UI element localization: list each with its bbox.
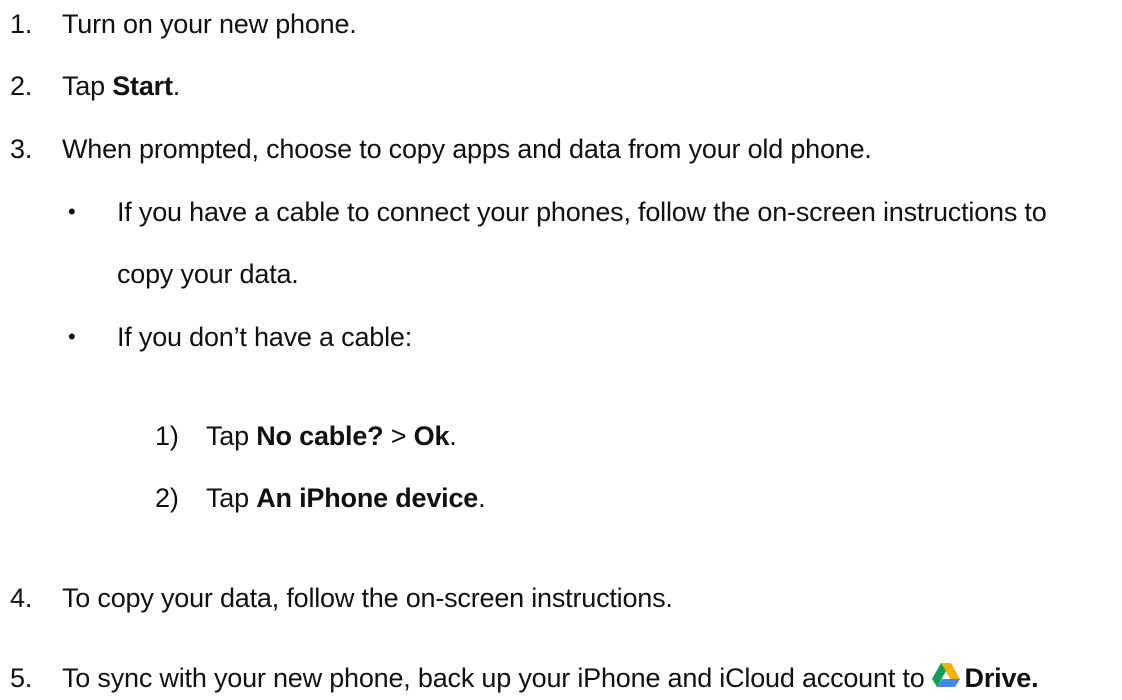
- substep-text: Tap No cable? > Ok.: [206, 418, 457, 454]
- step-text: Tap Start.: [62, 68, 180, 104]
- substep-suffix: .: [478, 483, 486, 513]
- ok-label: Ok: [413, 421, 450, 451]
- step-suffix: .: [172, 71, 181, 101]
- step-text: To copy your data, follow the on-screen …: [62, 583, 673, 613]
- bullet-text-line-2: copy your data.: [117, 259, 299, 289]
- substep-prefix: Tap: [206, 421, 257, 451]
- substep-text: Tap An iPhone device.: [206, 480, 486, 516]
- substep-number: 2): [155, 483, 179, 513]
- substep-suffix: .: [449, 421, 457, 451]
- google-drive-icon: [931, 661, 961, 691]
- step-number: 1.: [10, 9, 33, 39]
- step-prefix: Tap: [62, 71, 113, 101]
- step-text: To sync with your new phone, back up you…: [62, 660, 1039, 696]
- substep-number: 1): [155, 421, 179, 451]
- bullet-marker: •: [68, 199, 76, 224]
- step-prefix: To sync with your new phone, back up you…: [62, 663, 925, 693]
- substep-separator: >: [383, 421, 414, 451]
- step-number: 2.: [10, 71, 33, 101]
- start-label: Start: [112, 71, 173, 101]
- step-number: 5.: [10, 663, 33, 693]
- step-text: When prompted, choose to copy apps and d…: [62, 134, 872, 164]
- step-text: Turn on your new phone.: [62, 9, 357, 39]
- bullet-marker: •: [68, 324, 76, 349]
- step-number: 4.: [10, 583, 33, 613]
- instructions-document: 1. Turn on your new phone. 2. Tap Start.…: [0, 0, 1122, 693]
- bullet-text: If you don’t have a cable:: [117, 322, 413, 352]
- drive-label: Drive.: [964, 663, 1039, 693]
- no-cable-label: No cable?: [256, 421, 384, 451]
- bullet-text-line-1: If you have a cable to connect your phon…: [117, 197, 1047, 227]
- step-number: 3.: [10, 134, 33, 164]
- substep-prefix: Tap: [206, 483, 257, 513]
- iphone-device-label: An iPhone device: [256, 483, 479, 513]
